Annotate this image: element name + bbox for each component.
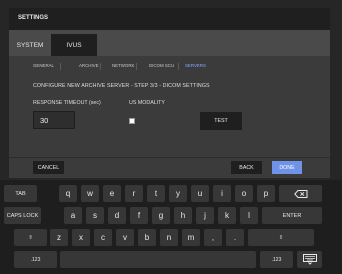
response-timeout-input[interactable]: 30 <box>33 111 75 129</box>
subnav-divider <box>100 63 101 70</box>
key-u[interactable]: u <box>191 185 209 202</box>
key-m[interactable]: m <box>182 229 200 246</box>
cancel-button[interactable]: CANCEL <box>33 161 64 174</box>
subnav-divider <box>60 63 61 70</box>
subnav: GENERAL ARCHIVE NETWORK DICOM SCU SERVER… <box>19 59 320 74</box>
key-c[interactable]: c <box>94 229 112 246</box>
key-f[interactable]: f <box>130 207 148 224</box>
key-q[interactable]: q <box>59 185 77 202</box>
subnav-servers[interactable]: SERVERS <box>185 63 206 68</box>
key-l[interactable]: l <box>240 207 258 224</box>
subnav-divider <box>178 63 179 70</box>
key-y[interactable]: y <box>169 185 187 202</box>
response-timeout-label: RESPONSE TIMEOUT (sec) <box>33 100 101 106</box>
us-modality-label: US MODALITY <box>129 100 165 106</box>
us-modality-checkbox[interactable] <box>129 118 135 124</box>
subnav-archive[interactable]: ARCHIVE <box>79 63 99 68</box>
key-caps-lock[interactable]: CAPS LOCK <box>4 207 41 224</box>
subnav-divider <box>136 63 137 70</box>
key-a[interactable]: a <box>64 207 82 224</box>
subnav-dicom-scu[interactable]: DICOM SCU <box>149 63 174 68</box>
key-h[interactable]: h <box>174 207 192 224</box>
key-o[interactable]: o <box>235 185 253 202</box>
key-g[interactable]: g <box>152 207 170 224</box>
key-b[interactable]: b <box>138 229 156 246</box>
key-shift-right[interactable]: ⇧ <box>248 229 314 246</box>
key-e[interactable]: e <box>103 185 121 202</box>
key-x[interactable]: x <box>72 229 90 246</box>
key-hide-keyboard[interactable] <box>297 251 322 268</box>
key-numbers-left[interactable]: .123 <box>14 251 57 268</box>
key-p[interactable]: p <box>257 185 275 202</box>
key-space[interactable] <box>60 251 256 268</box>
footer-divider <box>9 157 330 158</box>
key-numbers-right[interactable]: .123 <box>260 251 293 268</box>
done-button[interactable]: DONE <box>272 161 302 174</box>
tab-system[interactable]: SYSTEM <box>9 34 51 56</box>
subnav-network[interactable]: NETWORK <box>112 63 134 68</box>
key-tab[interactable]: TAB <box>4 185 37 202</box>
key-v[interactable]: v <box>116 229 134 246</box>
key-t[interactable]: t <box>147 185 165 202</box>
key-shift-left[interactable]: ⇧ <box>14 229 47 246</box>
back-button[interactable]: BACK <box>231 161 262 174</box>
key-d[interactable]: d <box>108 207 126 224</box>
on-screen-keyboard: TAB q w e r t y u i o p CAPS LOCK a s d … <box>0 180 342 274</box>
key-s[interactable]: s <box>86 207 104 224</box>
window-title: SETTINGS <box>18 15 49 21</box>
backspace-icon <box>293 189 307 198</box>
key-backspace[interactable] <box>279 185 322 202</box>
key-z[interactable]: z <box>50 229 68 246</box>
key-enter[interactable]: ENTER <box>262 207 322 224</box>
key-i[interactable]: i <box>213 185 231 202</box>
tab-bar: SYSTEM IVUS <box>9 30 330 56</box>
test-button[interactable]: TEST <box>200 112 242 130</box>
settings-window: SETTINGS SYSTEM IVUS GENERAL ARCHIVE NET… <box>9 8 330 178</box>
tab-ivus[interactable]: IVUS <box>51 34 97 56</box>
title-bar: SETTINGS <box>9 8 330 30</box>
keyboard-hide-icon <box>302 254 317 265</box>
step-title: CONFIGURE NEW ARCHIVE SERVER - STEP 3/3 … <box>33 83 210 89</box>
subnav-general[interactable]: GENERAL <box>33 63 54 68</box>
key-k[interactable]: k <box>218 207 236 224</box>
key-r[interactable]: r <box>125 185 143 202</box>
key-j[interactable]: j <box>196 207 214 224</box>
key-comma[interactable]: , <box>204 229 222 246</box>
key-w[interactable]: w <box>81 185 99 202</box>
key-period[interactable]: . <box>226 229 244 246</box>
key-n[interactable]: n <box>160 229 178 246</box>
